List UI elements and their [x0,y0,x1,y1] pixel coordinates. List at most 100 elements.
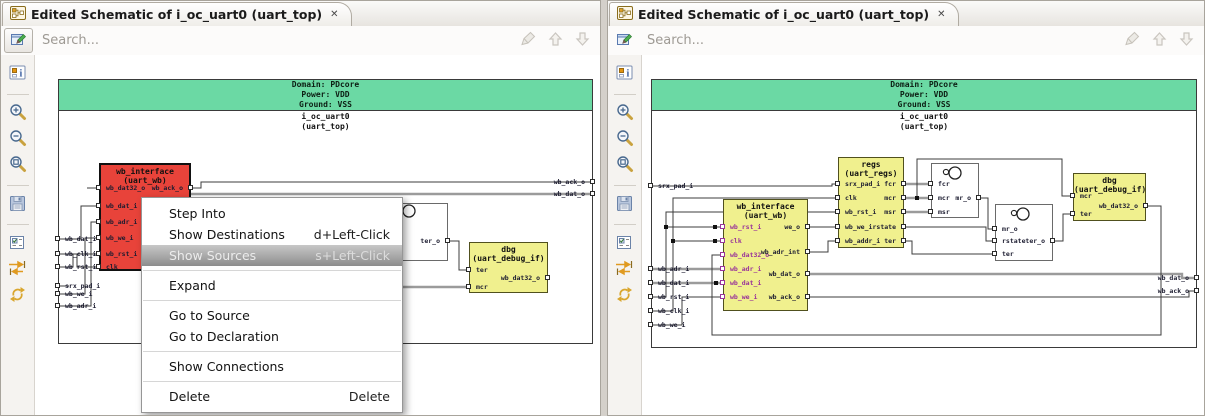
tab-close-icon[interactable]: ✕ [330,9,338,20]
port-square[interactable] [928,209,933,214]
port-square[interactable] [1050,238,1055,243]
port-square[interactable] [720,266,725,271]
annotate-edit-button[interactable] [611,29,638,52]
refresh-button[interactable] [612,284,638,308]
search-next-icon[interactable] [1179,31,1194,51]
schematic-block-regs[interactable]: regs (uart_regs) [838,157,904,248]
port-square[interactable] [720,238,725,243]
search-input[interactable]: Search... [42,33,520,48]
port-square[interactable] [648,322,653,327]
port-square[interactable] [1070,193,1075,198]
port-square[interactable] [96,264,101,269]
port-square[interactable] [590,191,595,196]
port-square[interactable] [835,238,840,243]
search-input[interactable]: Search... [647,33,1124,48]
logic-symbol-icon [1010,207,1030,221]
zoom-out-button[interactable] [612,128,638,152]
port-square[interactable] [901,181,906,186]
port-square[interactable] [805,224,810,229]
port-square[interactable] [648,183,653,188]
port-square[interactable] [648,308,653,313]
port-square[interactable] [1070,211,1075,216]
port-square[interactable] [55,291,60,296]
port-square[interactable] [55,264,60,269]
port-square[interactable] [96,219,101,224]
menu-item-expand[interactable]: Expand [142,275,402,296]
port-square[interactable] [55,283,60,288]
port-square[interactable] [720,280,725,285]
properties-button[interactable]: i [612,63,638,87]
port-square[interactable] [720,224,725,229]
menu-item-step-into[interactable]: Step Into [142,203,402,224]
port-square[interactable] [928,195,933,200]
tab-close-icon[interactable]: ✕ [937,9,945,20]
port-square[interactable] [648,266,653,271]
port-square[interactable] [545,275,550,280]
save-button[interactable] [612,193,638,217]
port-square[interactable] [805,294,810,299]
signals-button[interactable] [612,258,638,282]
zoom-fit-button[interactable] [5,154,31,178]
port-square[interactable] [1194,275,1199,280]
right-schematic-canvas[interactable]: Domain: PDcore Power: VDD Ground: VSS i_oc_… [642,55,1204,415]
port-square[interactable] [992,226,997,231]
menu-item-go-to-declaration[interactable]: Go to Declaration [142,326,402,347]
port-square[interactable] [805,249,810,254]
menu-item-show-connections[interactable]: Show Connections [142,356,402,377]
port-square[interactable] [805,271,810,276]
menu-item-delete[interactable]: Delete Delete [142,386,402,407]
zoom-in-button[interactable] [5,102,31,126]
port-square[interactable] [835,181,840,186]
settings-button[interactable] [612,232,638,256]
port-square[interactable] [928,181,933,186]
search-previous-icon[interactable] [548,31,563,51]
port-square[interactable] [648,294,653,299]
zoom-in-button[interactable] [612,102,638,126]
port-square[interactable] [188,185,193,190]
save-button[interactable] [5,193,31,217]
port-square[interactable] [445,238,450,243]
port-square[interactable] [590,179,595,184]
clear-search-icon[interactable] [1124,31,1140,50]
port-square[interactable] [901,195,906,200]
menu-item-go-to-source[interactable]: Go to Source [142,305,402,326]
port-square[interactable] [55,303,60,308]
port-square[interactable] [835,224,840,229]
port-square[interactable] [720,252,725,257]
search-previous-icon[interactable] [1152,31,1167,51]
left-tab[interactable]: Edited Schematic of i_oc_uart0 (uart_top… [2,2,352,26]
port-square[interactable] [1194,288,1199,293]
annotate-edit-button[interactable] [4,28,33,53]
menu-item-show-destinations[interactable]: Show Destinations d+Left-Click [142,224,402,245]
right-tab[interactable]: Edited Schematic of i_oc_uart0 (uart_top… [609,2,959,26]
port-square[interactable] [835,209,840,214]
port-square[interactable] [720,294,725,299]
port-square[interactable] [96,235,101,240]
zoom-out-button[interactable] [5,128,31,152]
left-schematic-canvas[interactable]: Domain: PDcore Power: VDD Ground: VSS i_oc_… [35,55,600,415]
properties-button[interactable]: i [5,63,31,87]
port-square[interactable] [96,203,101,208]
search-next-icon[interactable] [575,31,590,51]
port-square[interactable] [992,251,997,256]
port-square[interactable] [55,251,60,256]
refresh-button[interactable] [5,284,31,308]
signals-button[interactable] [5,258,31,282]
port-square[interactable] [55,236,60,241]
port-square[interactable] [1143,203,1148,208]
zoom-fit-button[interactable] [612,154,638,178]
port-square[interactable] [835,195,840,200]
port-square[interactable] [648,280,653,285]
port-square[interactable] [992,238,997,243]
port-square[interactable] [466,267,471,272]
port-square[interactable] [901,238,906,243]
port-square[interactable] [901,209,906,214]
clear-search-icon[interactable] [520,31,536,50]
port-square[interactable] [96,185,101,190]
settings-button[interactable] [5,232,31,256]
menu-item-show-sources[interactable]: Show Sources s+Left-Click [142,245,402,266]
port-square[interactable] [96,251,101,256]
port-square[interactable] [466,284,471,289]
port-square[interactable] [901,224,906,229]
port-square[interactable] [976,195,981,200]
